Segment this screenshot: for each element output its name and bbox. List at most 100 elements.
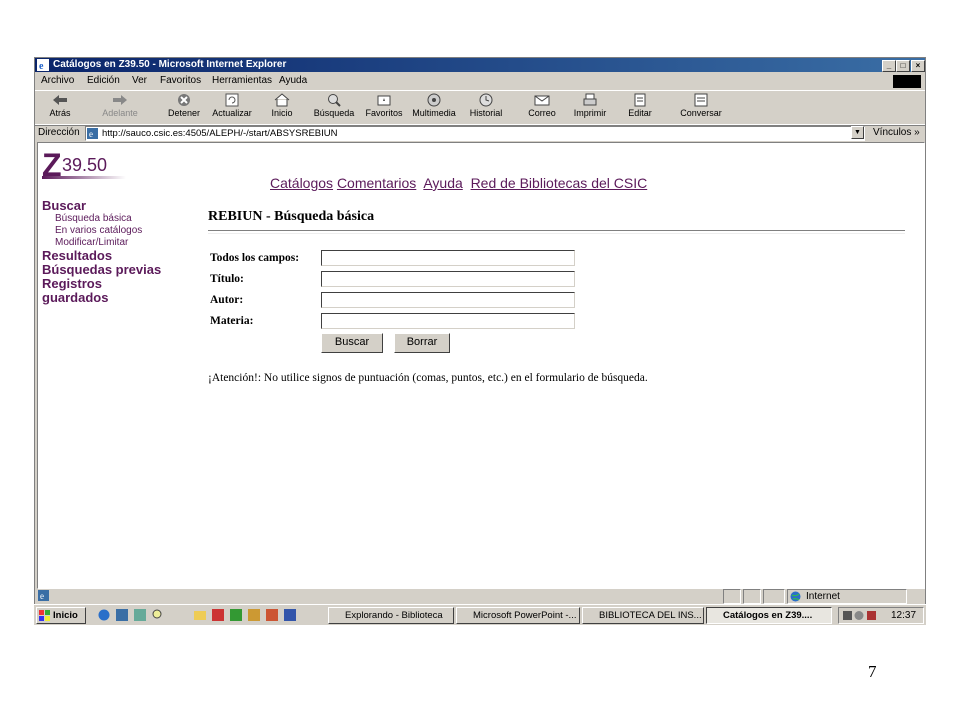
todos-campos-input[interactable]: [321, 250, 575, 266]
borrar-button[interactable]: Borrar: [394, 333, 450, 353]
stop-label: Detener: [167, 108, 201, 118]
tray-icons[interactable]: [843, 610, 877, 621]
search-icon: [328, 94, 341, 107]
autor-input[interactable]: [321, 292, 575, 308]
menu-herramientas[interactable]: Herramientas: [212, 73, 272, 89]
svg-text:e: e: [89, 129, 93, 139]
sidebar-varios-catalogos[interactable]: En varios catálogos: [42, 225, 161, 237]
refresh-label: Actualizar: [212, 108, 252, 118]
stop-button[interactable]: Detener: [161, 93, 207, 123]
nav-red-bibliotecas[interactable]: Red de Bibliotecas del CSIC: [471, 175, 648, 191]
favorites-button[interactable]: Favoritos: [361, 93, 407, 123]
word-quicklaunch-icon[interactable]: [284, 609, 296, 621]
powerpoint2-quicklaunch-icon[interactable]: [266, 609, 278, 621]
address-input[interactable]: e http://sauco.csic.es:4505/ALEPH/-/star…: [85, 126, 865, 141]
sidebar-registros[interactable]: Registros: [42, 277, 161, 291]
home-button[interactable]: Inicio: [259, 93, 305, 123]
address-url: http://sauco.csic.es:4505/ALEPH/-/start/…: [102, 128, 338, 139]
sidebar-busqueda-basica[interactable]: Búsqueda básica: [42, 213, 161, 225]
status-text-cell: [35, 589, 721, 604]
materia-input[interactable]: [321, 313, 575, 329]
outlook-quicklaunch-icon[interactable]: [116, 609, 128, 621]
sidebar-resultados[interactable]: Resultados: [42, 249, 161, 263]
zone-label: Internet: [806, 591, 840, 602]
links-button[interactable]: Vínculos »: [873, 125, 920, 141]
print-button[interactable]: Imprimir: [567, 93, 613, 123]
address-label: Dirección: [38, 127, 80, 138]
toolbar: Atrás Adelante Detener Actualizar Inicio…: [35, 90, 925, 126]
page-icon: e: [87, 128, 98, 139]
edit-button[interactable]: Editar: [617, 93, 663, 123]
menu-ver[interactable]: Ver: [132, 73, 147, 89]
edit-label: Editar: [628, 108, 652, 118]
print-label: Imprimir: [573, 108, 607, 118]
window-title: Catálogos en Z39.50 - Microsoft Internet…: [53, 59, 287, 70]
search-quicklaunch-icon[interactable]: [152, 609, 164, 621]
titulo-input[interactable]: [321, 271, 575, 287]
mail-button[interactable]: Correo: [519, 93, 565, 123]
menu-favoritos[interactable]: Favoritos: [160, 73, 201, 89]
task-powerpoint[interactable]: Microsoft PowerPoint -...: [456, 607, 580, 624]
top-navigation: Catálogos Comentarios Ayuda Red de Bibli…: [270, 175, 647, 191]
task-explorando[interactable]: Explorando - Biblioteca: [328, 607, 454, 624]
nav-ayuda[interactable]: Ayuda: [423, 175, 462, 191]
excel-quicklaunch-icon[interactable]: [230, 609, 242, 621]
start-label: Inicio: [53, 610, 78, 621]
favorites-label: Favoritos: [365, 108, 403, 118]
maximize-button[interactable]: □: [896, 60, 910, 72]
media-label: Multimedia: [412, 108, 456, 118]
close-button[interactable]: ×: [911, 60, 925, 72]
menu-bar: Archivo Edición Ver Favoritos Herramient…: [35, 73, 925, 89]
history-button[interactable]: Historial: [463, 93, 509, 123]
forward-label: Adelante: [102, 108, 138, 118]
powerpoint-quicklaunch-icon[interactable]: [212, 609, 224, 621]
minimize-button[interactable]: _: [882, 60, 896, 72]
label-autor: Autor:: [210, 294, 244, 306]
status-cell-2: [743, 589, 761, 604]
stop-icon: [178, 94, 190, 106]
desktop-quicklaunch-icon[interactable]: [134, 609, 146, 621]
sidebar-busquedas-previas[interactable]: Búsquedas previas: [42, 263, 161, 277]
back-arrow-icon: [53, 95, 67, 105]
media-icon: [427, 93, 441, 107]
favorites-icon: [377, 95, 391, 106]
history-label: Historial: [469, 108, 503, 118]
discuss-button[interactable]: Conversar: [675, 93, 727, 123]
menu-archivo[interactable]: Archivo: [41, 73, 74, 89]
page-content: Z 39.50 Catálogos Comentarios Ayuda Red …: [37, 142, 925, 589]
mail-icon: [534, 95, 550, 106]
menu-ayuda[interactable]: Ayuda: [279, 73, 307, 89]
nav-comentarios[interactable]: Comentarios: [337, 175, 416, 191]
media-button[interactable]: Multimedia: [411, 93, 457, 123]
ie-icon: e: [37, 59, 49, 71]
edit-icon: [634, 93, 646, 107]
discuss-label: Conversar: [680, 108, 722, 118]
ie-quicklaunch-icon[interactable]: [98, 609, 110, 621]
clock: 12:37: [891, 610, 917, 621]
task-catalogos[interactable]: Catálogos en Z39....: [706, 607, 832, 624]
search-label: Búsqueda: [313, 108, 355, 118]
slide-number: 7: [868, 662, 877, 681]
buscar-button[interactable]: Buscar: [321, 333, 383, 353]
refresh-icon: [225, 93, 239, 107]
forward-button[interactable]: Adelante: [97, 93, 143, 123]
access-quicklaunch-icon[interactable]: [248, 609, 260, 621]
sidebar-buscar[interactable]: Buscar: [42, 199, 161, 213]
address-bar: Dirección e http://sauco.csic.es:4505/AL…: [35, 124, 925, 141]
search-button[interactable]: Búsqueda: [311, 93, 357, 123]
nav-catalogos[interactable]: Catálogos: [270, 175, 333, 191]
svg-text:e: e: [39, 61, 44, 71]
menu-edicion[interactable]: Edición: [87, 73, 120, 89]
taskbar: Inicio Explorando - Biblioteca Microsoft…: [34, 604, 926, 625]
folder-quicklaunch-icon[interactable]: [194, 609, 206, 621]
sidebar-guardados[interactable]: guardados: [42, 291, 161, 305]
status-cell-1: [723, 589, 741, 604]
logo-underline: [42, 176, 126, 179]
refresh-button[interactable]: Actualizar: [209, 93, 255, 123]
start-button[interactable]: Inicio: [36, 607, 86, 624]
address-dropdown-icon[interactable]: ▼: [851, 126, 864, 139]
back-button[interactable]: Atrás: [37, 93, 83, 123]
title-bar: e Catálogos en Z39.50 - Microsoft Intern…: [35, 58, 925, 72]
task-biblioteca[interactable]: BIBLIOTECA DEL INS...: [582, 607, 704, 624]
page-title: REBIUN - Búsqueda básica: [208, 209, 375, 224]
